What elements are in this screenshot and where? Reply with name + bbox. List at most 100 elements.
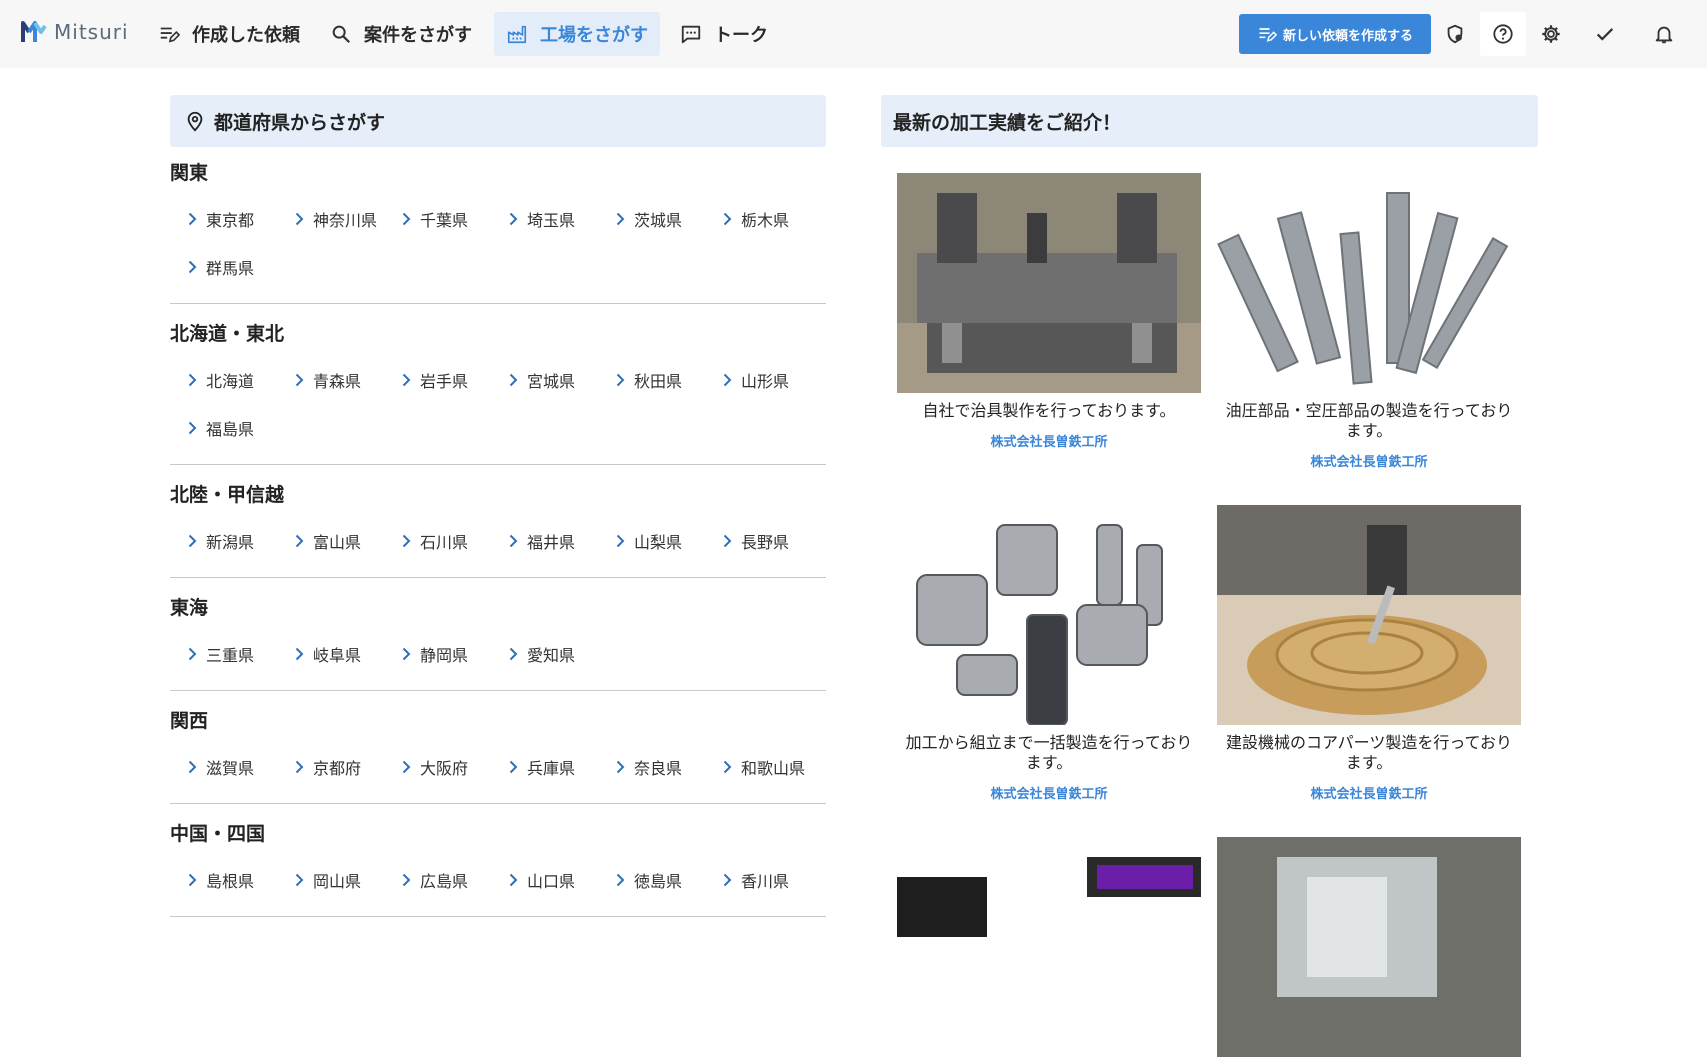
- prefecture-link[interactable]: 千葉県: [398, 195, 505, 243]
- prefecture-link[interactable]: 富山県: [291, 517, 398, 565]
- prefecture-label: 山梨県: [634, 533, 683, 552]
- case-card[interactable]: 建設機械のコアパーツ製造を行っております。株式会社長曽鉄工所: [1217, 505, 1521, 802]
- prefecture-label: 山形県: [741, 372, 790, 391]
- prefecture-link[interactable]: 奈良県: [612, 743, 719, 791]
- prefecture-link[interactable]: 神奈川県: [291, 195, 398, 243]
- prefecture-link[interactable]: 宮城県: [505, 356, 612, 404]
- region-group: 関西 滋賀県 京都府 大阪府 兵庫県 奈良県 和歌山県: [170, 709, 826, 804]
- prefecture-link[interactable]: 東京都: [184, 195, 291, 243]
- chevron-right-icon: [188, 373, 197, 387]
- brass-part-image: [1217, 505, 1521, 725]
- chevron-right-icon: [509, 534, 518, 548]
- prefecture-link[interactable]: 石川県: [398, 517, 505, 565]
- chevron-right-icon: [402, 760, 411, 774]
- shield-settings-button[interactable]: [1432, 12, 1478, 56]
- prefecture-link[interactable]: 山形県: [719, 356, 826, 404]
- prefecture-link[interactable]: 島根県: [184, 856, 291, 904]
- prefecture-label: 埼玉県: [527, 211, 576, 230]
- case-company-link[interactable]: 株式会社長曽鉄工所: [1217, 451, 1521, 470]
- prefecture-label: 兵庫県: [527, 759, 576, 778]
- prefecture-link[interactable]: 秋田県: [612, 356, 719, 404]
- prefecture-label: 香川県: [741, 872, 790, 891]
- done-button[interactable]: [1582, 12, 1628, 56]
- prefecture-label: 静岡県: [420, 646, 469, 665]
- chevron-right-icon: [188, 760, 197, 774]
- region-group: 東海 三重県 岐阜県 静岡県 愛知県: [170, 596, 826, 691]
- prefecture-label: 岩手県: [420, 372, 469, 391]
- case-company-link[interactable]: 株式会社長曽鉄工所: [897, 431, 1201, 450]
- prefecture-list: 島根県 岡山県 広島県 山口県 徳島県 香川県: [170, 856, 826, 904]
- chevron-right-icon: [509, 647, 518, 661]
- region-group: 関東東京都 神奈川県 千葉県 埼玉県 茨城県 栃木県群馬県: [170, 161, 826, 304]
- prefecture-link[interactable]: 滋賀県: [184, 743, 291, 791]
- prefecture-label: 京都府: [313, 759, 362, 778]
- nav-search-factories[interactable]: 工場をさがす: [494, 12, 660, 56]
- notifications-button[interactable]: [1641, 12, 1687, 56]
- prefecture-label: 北海道: [206, 372, 255, 391]
- prefecture-link[interactable]: 北海道: [184, 356, 291, 404]
- prefecture-label: 栃木県: [741, 211, 790, 230]
- prefecture-link[interactable]: 埼玉県: [505, 195, 612, 243]
- shafts-image: [1217, 173, 1521, 393]
- region-title: 北陸・甲信越: [170, 484, 285, 506]
- prefecture-link[interactable]: 栃木県: [719, 195, 826, 243]
- bell-icon: [1655, 26, 1673, 44]
- nav-created-requests[interactable]: 作成した依頼: [146, 12, 312, 56]
- chevron-right-icon: [402, 534, 411, 548]
- help-button[interactable]: [1480, 12, 1526, 56]
- prefecture-link[interactable]: 和歌山県: [719, 743, 826, 791]
- prefecture-link[interactable]: 青森県: [291, 356, 398, 404]
- chevron-right-icon: [723, 760, 732, 774]
- case-card[interactable]: 自社で治具製作を行っております。 株式会社長曽鉄工所: [897, 173, 1201, 450]
- prefecture-label: 福島県: [206, 420, 255, 439]
- case-card[interactable]: 加工から組立まで一括製造を行っております。 株式会社長曽鉄工所: [897, 505, 1201, 802]
- prefecture-label: 愛知県: [527, 646, 576, 665]
- case-card[interactable]: [897, 837, 1201, 1057]
- case-card[interactable]: [1217, 837, 1521, 1057]
- prefecture-link[interactable]: 山口県: [505, 856, 612, 904]
- case-company-link[interactable]: 株式会社長曽鉄工所: [1217, 783, 1521, 802]
- settings-button[interactable]: [1528, 12, 1574, 56]
- prefecture-link[interactable]: 岩手県: [398, 356, 505, 404]
- prefecture-link[interactable]: 大阪府: [398, 743, 505, 791]
- prefecture-link[interactable]: 山梨県: [612, 517, 719, 565]
- prefecture-link[interactable]: 愛知県: [505, 630, 612, 678]
- prefecture-link[interactable]: 群馬県: [184, 243, 291, 291]
- prefecture-link[interactable]: 静岡県: [398, 630, 505, 678]
- mitsuri-logo-icon: [21, 21, 47, 42]
- prefecture-link[interactable]: 福島県: [184, 404, 291, 452]
- prefecture-link[interactable]: 広島県: [398, 856, 505, 904]
- prefecture-label: 大阪府: [420, 759, 469, 778]
- prefecture-list: 東京都 神奈川県 千葉県 埼玉県 茨城県 栃木県群馬県: [170, 195, 826, 291]
- nav-talk[interactable]: トーク: [668, 12, 780, 56]
- prefecture-link[interactable]: 茨城県: [612, 195, 719, 243]
- chevron-right-icon: [188, 647, 197, 661]
- prefecture-link[interactable]: 京都府: [291, 743, 398, 791]
- edit-list-icon: [160, 27, 180, 43]
- prefecture-link[interactable]: 岐阜県: [291, 630, 398, 678]
- case-description: 建設機械のコアパーツ製造を行っております。: [1225, 733, 1513, 772]
- prefecture-link[interactable]: 兵庫県: [505, 743, 612, 791]
- case-card[interactable]: 油圧部品・空圧部品の製造を行っております。 株式会社長曽鉄工所: [1217, 173, 1521, 470]
- prefecture-link[interactable]: 新潟県: [184, 517, 291, 565]
- prefecture-link[interactable]: 香川県: [719, 856, 826, 904]
- logo-text: Mitsuri: [54, 20, 129, 44]
- logo[interactable]: Mitsuri: [20, 18, 129, 46]
- prefecture-label: 徳島県: [634, 872, 683, 891]
- chevron-right-icon: [295, 212, 304, 226]
- region-title: 関東: [170, 162, 209, 184]
- prefecture-link[interactable]: 長野県: [719, 517, 826, 565]
- search-icon: [332, 25, 351, 44]
- chevron-right-icon: [295, 873, 304, 887]
- nav-search-projects[interactable]: 案件をさがす: [318, 12, 484, 56]
- new-request-button[interactable]: 新しい依頼を作成する: [1239, 14, 1431, 54]
- prefecture-link[interactable]: 徳島県: [612, 856, 719, 904]
- case-company-link[interactable]: 株式会社長曽鉄工所: [897, 783, 1201, 802]
- prefecture-list: 新潟県 富山県 石川県 福井県 山梨県 長野県: [170, 517, 826, 565]
- hydraulic-parts-image: [897, 505, 1201, 725]
- prefecture-label: 福井県: [527, 533, 576, 552]
- prefecture-link[interactable]: 岡山県: [291, 856, 398, 904]
- prefecture-link[interactable]: 三重県: [184, 630, 291, 678]
- prefecture-label: 富山県: [313, 533, 362, 552]
- prefecture-link[interactable]: 福井県: [505, 517, 612, 565]
